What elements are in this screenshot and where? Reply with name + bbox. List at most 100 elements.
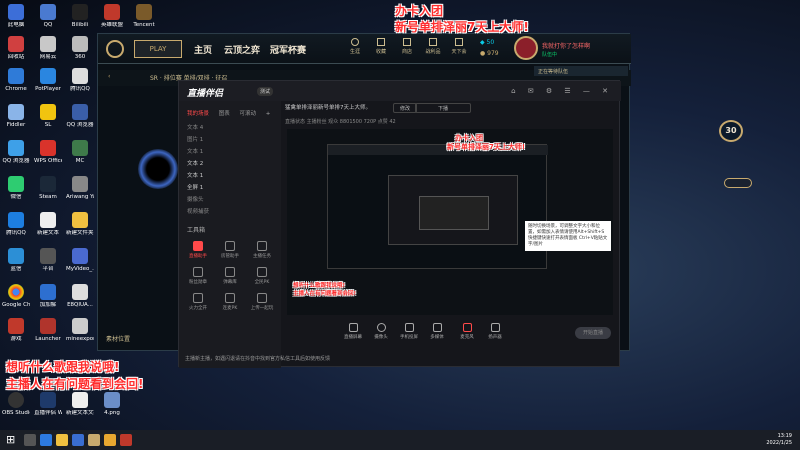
desktop-icon[interactable]: Tencent <box>130 4 158 28</box>
desktop-icon[interactable]: 此电脑 <box>2 4 30 28</box>
tool-fan-badge[interactable]: 粉丝勋章 <box>183 267 213 285</box>
nav-home[interactable]: 主页 <box>194 43 212 56</box>
tab-scenes[interactable]: 我的场景 <box>187 111 209 117</box>
tip-popup: 随时切换场景，可调整文字大小和位置，如需加入表情请使用Alt+Shift+S快捷… <box>525 221 611 251</box>
avatar[interactable] <box>514 36 538 60</box>
desktop-icon[interactable]: E8QIUA... <box>66 284 94 308</box>
source-item[interactable]: 视频捕获 <box>187 207 209 215</box>
multimedia-button[interactable]: 多媒体 <box>425 323 449 340</box>
desktop-icon[interactable]: QQ 浏览器 <box>2 140 30 164</box>
search-icon[interactable] <box>24 434 36 446</box>
overlay-bottom-line2: 主播人在有问题看到会回! <box>6 377 144 391</box>
desktop-icon[interactable]: 新建文件夹 (2) <box>66 212 94 236</box>
stream-preview: 办卡入团 新号单排泽丽7天上大师! 想听什么歌跟我说哦! 主播人在有问题看到会回… <box>287 129 613 315</box>
task-view-icon[interactable] <box>40 434 52 446</box>
tool-live-assistant[interactable]: 直播助手 <box>183 241 213 259</box>
tool-danmaku[interactable]: 弹幕库 <box>215 267 245 285</box>
microphone-button[interactable]: 麦克风 <box>455 323 479 340</box>
desktop-icon[interactable]: 直播伴侣 WeGame <box>34 392 62 416</box>
desktop-icon[interactable]: MyVideo_... <box>66 248 94 272</box>
clock[interactable]: 13:19 2022/1/25 <box>766 433 792 446</box>
tab-charts[interactable]: 图表 <box>219 111 230 117</box>
window-controls[interactable]: ⌂ ✉ ⚙ ☰ — ✕ <box>511 87 613 95</box>
nav-tft[interactable]: 云顶之弈 <box>224 43 260 56</box>
desktop-icon[interactable]: 新建文本 <box>34 212 62 236</box>
app-icon <box>104 4 120 20</box>
play-button[interactable]: PLAY <box>134 40 182 58</box>
source-item[interactable]: 文本 1 <box>187 147 203 155</box>
start-stream-button[interactable]: 开始直播 <box>575 327 611 339</box>
desktop-icon[interactable]: mineexport... <box>66 318 94 342</box>
sources-panel: 我的场景 图表 可滚动 + 文本 4 图片 1 文本 1 文本 2 文本 1 全… <box>179 101 281 368</box>
screen-capture-button[interactable]: 直播屏幕 <box>341 323 365 340</box>
desktop-icon[interactable]: 腾讯QQ <box>2 212 30 236</box>
app-icon[interactable] <box>104 434 116 446</box>
stream-title: 猛禽单排泽丽新号单排7天上大师。 <box>285 105 372 111</box>
loot-icon <box>429 38 437 46</box>
nested-preview-inner <box>388 175 518 245</box>
desktop-icon[interactable]: 网易云 <box>34 36 62 60</box>
desktop-icon[interactable]: Google Chrome <box>2 284 30 308</box>
source-item[interactable]: 文本 2 <box>187 159 203 167</box>
portal-graphic <box>138 149 178 189</box>
back-arrow-icon[interactable]: ‹ <box>108 73 110 80</box>
desktop-icon[interactable]: QQ 浏览器 <box>66 104 94 128</box>
source-item[interactable]: 文本 1 <box>187 171 203 179</box>
app-icon[interactable] <box>120 434 132 446</box>
tool-pk[interactable]: 全民PK <box>247 267 277 285</box>
desktop-icon[interactable]: Fiddler <box>2 104 30 128</box>
desktop-icon[interactable]: 英雄联盟 <box>98 4 126 28</box>
modify-button[interactable]: 修改 <box>393 103 418 113</box>
events-tab[interactable]: 天下会 <box>448 38 470 55</box>
level-badge: 30 <box>719 120 743 142</box>
desktop-icon[interactable]: 新建文本文档 (2) <box>66 392 94 416</box>
desktop-icon[interactable]: MC <box>66 140 94 164</box>
tab-scroll[interactable]: 可滚动 <box>240 111 257 117</box>
nav-clash[interactable]: 冠军杯赛 <box>270 43 306 56</box>
desktop-icon[interactable]: 4.png <box>98 392 126 416</box>
desktop-icon[interactable]: 平台 <box>34 248 62 272</box>
tool-streamer-tasks[interactable]: 主播任务 <box>247 241 277 259</box>
desktop-icon[interactable]: 游戏 <box>2 318 30 342</box>
desktop-icon[interactable]: Steam <box>34 176 62 200</box>
add-source-icon[interactable]: + <box>266 111 271 117</box>
desktop-icon[interactable]: 蓝信 <box>2 248 30 272</box>
desktop-icon[interactable]: OBS Studio <box>2 392 30 416</box>
desktop-icon[interactable]: Chrome <box>2 68 30 92</box>
desktop-icon[interactable]: 回收站 <box>2 36 30 60</box>
desktop-icon[interactable]: 360 <box>66 36 94 60</box>
desktop-icon[interactable]: SL <box>34 104 62 128</box>
loot-tab[interactable]: 战利品 <box>422 38 444 55</box>
desktop-icon[interactable]: 加加解 <box>34 284 62 308</box>
camera-button[interactable]: 摄像头 <box>369 323 393 340</box>
source-item[interactable]: 文本 4 <box>187 123 203 131</box>
desktop-icon[interactable]: QQ <box>34 4 62 28</box>
tool-firepower[interactable]: 火力全开 <box>183 293 213 311</box>
desktop-icon[interactable]: WPS Office <box>34 140 62 164</box>
tool-room-admin[interactable]: 房管助手 <box>215 241 245 259</box>
app-brand: 直播伴侣 <box>187 89 224 99</box>
source-item[interactable]: 全屏 1 <box>187 183 203 191</box>
version-badge: 测试 <box>257 87 274 96</box>
desktop-icon[interactable]: Launcher <box>34 318 62 342</box>
desktop-icon[interactable]: Ariwang YaPig <box>66 176 94 200</box>
desktop-icon[interactable]: 微信 <box>2 176 30 200</box>
profile-tab[interactable]: 生涯 <box>344 38 366 55</box>
collection-tab[interactable]: 收藏 <box>370 38 392 55</box>
end-stream-button[interactable]: 下播 <box>415 103 471 113</box>
desktop-icon[interactable]: Bilibili <box>66 4 94 28</box>
app-icon[interactable] <box>72 434 84 446</box>
file-explorer-icon[interactable] <box>56 434 68 446</box>
lol-taskbar-icon[interactable] <box>88 434 100 446</box>
tool-upload[interactable]: 上传一起玩 <box>247 293 277 311</box>
windows-start-icon[interactable]: ⊞ <box>6 434 18 446</box>
desktop-icon[interactable]: 腾讯QQ <box>66 68 94 92</box>
badge-icon <box>193 267 203 277</box>
phone-cast-button[interactable]: 手机投屏 <box>397 323 421 340</box>
source-item[interactable]: 摄像头 <box>187 195 204 203</box>
store-tab[interactable]: 商店 <box>396 38 418 55</box>
desktop-icon[interactable]: PotPlayer <box>34 68 62 92</box>
tool-link-pk[interactable]: 连麦PK <box>215 293 245 311</box>
speaker-button[interactable]: 扬声器 <box>483 323 507 340</box>
source-item[interactable]: 图片 1 <box>187 135 203 143</box>
